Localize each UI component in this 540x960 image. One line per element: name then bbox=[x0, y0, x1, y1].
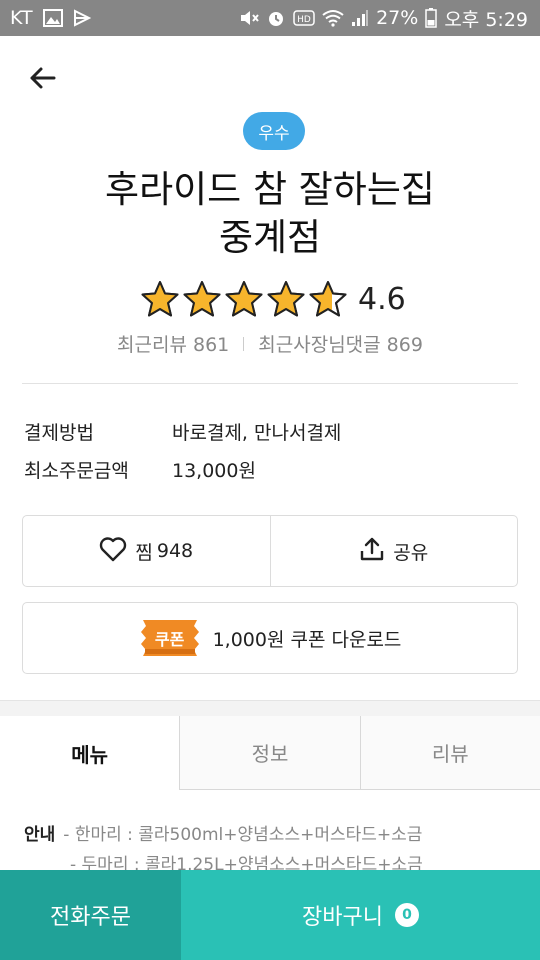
divider bbox=[243, 336, 245, 351]
coupon-text: 1,000원 쿠폰 다운로드 bbox=[212, 628, 402, 651]
coupon-tag-label: 쿠폰 bbox=[154, 630, 185, 649]
star-icon bbox=[183, 281, 221, 317]
payment-method-row: 결제방법 바로결제, 만나서결제 bbox=[24, 418, 341, 445]
min-order-row: 최소주문금액 13,000원 bbox=[24, 456, 256, 483]
tab-bar: 메뉴 정보 리뷰 bbox=[0, 716, 540, 790]
recent-owner-comments[interactable]: 최근사장님댓글 869 bbox=[258, 330, 423, 357]
store-title: 후라이드 참 잘하는집 중계점 bbox=[0, 166, 540, 262]
cart-label: 장바구니 bbox=[302, 905, 383, 930]
arrow-left-icon bbox=[28, 66, 56, 94]
svg-text:HD: HD bbox=[297, 15, 311, 25]
store-name-line1: 후라이드 참 잘하는집 bbox=[105, 168, 435, 211]
min-order-value: 13,000원 bbox=[172, 460, 256, 482]
payment-method-value: 바로결제, 만나서결제 bbox=[172, 422, 342, 444]
tab-reviews[interactable]: 리뷰 bbox=[359, 716, 540, 790]
cart-count-badge: 0 bbox=[394, 903, 419, 927]
notice-line-1: - 한마리 : 콜라500ml+양념소스+머스타드+소금 bbox=[63, 825, 423, 845]
share-button[interactable]: 공유 bbox=[269, 516, 518, 586]
back-button[interactable] bbox=[22, 60, 62, 100]
hd-icon: HD bbox=[293, 10, 315, 26]
star-icon bbox=[267, 281, 305, 317]
rating-value: 4.6 bbox=[358, 281, 406, 317]
payment-method-label: 결제방법 bbox=[24, 422, 94, 444]
star-icon bbox=[309, 281, 347, 317]
action-box: 찜 948 공유 bbox=[22, 515, 518, 587]
min-order-label: 최소주문금액 bbox=[24, 460, 129, 482]
tab-info[interactable]: 정보 bbox=[179, 716, 360, 790]
rating-row: 4.6 bbox=[140, 278, 406, 320]
review-counts: 최근리뷰 861 최근사장님댓글 869 bbox=[0, 330, 540, 357]
notice-label: 안내 bbox=[24, 825, 56, 845]
store-name-line2: 중계점 bbox=[218, 216, 322, 259]
star-rating bbox=[140, 279, 348, 319]
battery-icon bbox=[425, 8, 438, 28]
star-icon bbox=[141, 281, 179, 317]
star-icon bbox=[225, 281, 263, 317]
signal-icon bbox=[351, 9, 369, 27]
status-bar: KT HD 27% 오후 5:29 bbox=[0, 0, 540, 36]
mute-icon bbox=[239, 9, 259, 27]
bottom-bar: 전화주문 장바구니 0 bbox=[0, 870, 540, 960]
tab-menu[interactable]: 메뉴 bbox=[0, 716, 180, 790]
like-count: 948 bbox=[156, 540, 194, 562]
heart-icon bbox=[99, 536, 127, 567]
battery-percent: 27% bbox=[376, 7, 419, 29]
clock: 오후 5:29 bbox=[444, 8, 528, 31]
share-label: 공유 bbox=[393, 541, 429, 564]
like-label: 찜 bbox=[135, 541, 153, 564]
phone-order-button[interactable]: 전화주문 bbox=[0, 870, 181, 960]
alarm-icon bbox=[266, 8, 286, 28]
grade-badge: 우수 bbox=[243, 112, 305, 150]
carrier-label: KT bbox=[10, 7, 33, 29]
divider bbox=[22, 383, 518, 384]
download-icon bbox=[73, 9, 91, 27]
wifi-icon bbox=[322, 9, 344, 27]
section-gap bbox=[0, 700, 540, 716]
coupon-download-button[interactable]: 쿠폰 1,000원 쿠폰 다운로드 bbox=[22, 602, 518, 674]
recent-reviews[interactable]: 최근리뷰 861 bbox=[117, 330, 229, 357]
share-icon bbox=[359, 536, 385, 567]
like-button[interactable]: 찜 948 bbox=[23, 516, 270, 586]
coupon-ticket-icon: 쿠폰 bbox=[139, 618, 201, 658]
image-icon bbox=[42, 9, 63, 27]
cart-button[interactable]: 장바구니 0 bbox=[181, 870, 540, 960]
